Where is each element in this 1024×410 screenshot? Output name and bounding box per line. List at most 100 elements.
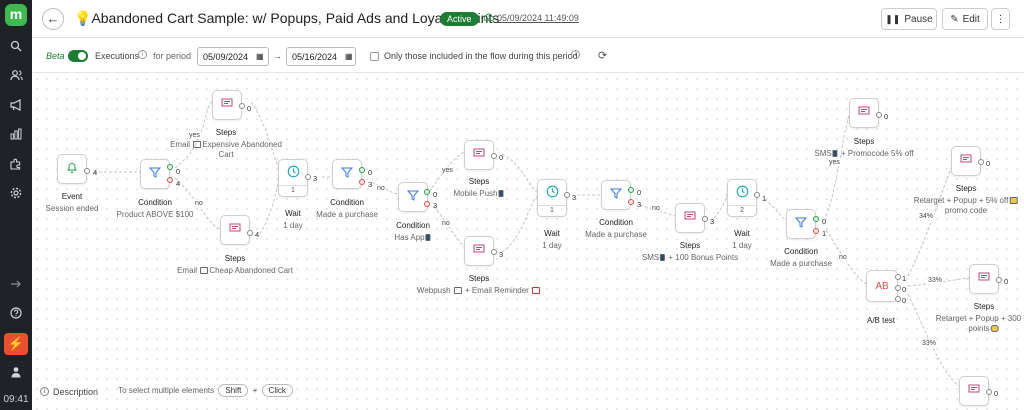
steps-output-port[interactable] [491,249,497,255]
status-clock: 09:41 [3,394,29,405]
help-icon[interactable] [6,303,26,323]
range-arrow: → [273,51,282,61]
condition-yes-port[interactable] [167,164,173,170]
wait-output-port[interactable] [754,192,760,198]
steps-node[interactable] [969,264,999,294]
condition-yes-port[interactable] [628,187,634,193]
puzzle-icon[interactable] [6,154,26,174]
condition-no-port[interactable] [424,201,430,207]
steps-label: Steps Webpush + Email Reminder [417,274,541,295]
steps-node[interactable] [959,376,989,406]
analytics-icon[interactable] [6,124,26,144]
condition-label: Condition Made a purchase [316,198,378,219]
wait-node[interactable]: 1 [537,179,567,217]
info-icon[interactable]: i [571,50,580,59]
steps-label: Steps SMS + 100 Bonus Points [641,241,739,262]
phone-icon [498,190,504,198]
users-icon[interactable] [6,65,26,85]
flash-icon[interactable]: ⚡ [4,333,28,355]
refresh-icon[interactable]: ⟳ [598,49,607,62]
ab-output-port[interactable] [895,274,901,280]
condition-node[interactable] [332,159,362,189]
steps-node[interactable] [464,140,494,170]
info-icon: i [40,387,49,396]
settings-icon[interactable] [6,183,26,203]
edge-label-percent: 33% [921,340,938,347]
wait-count: 1 [762,194,767,203]
saved-timestamp[interactable]: 05/09/2024 11:49:09 [483,13,579,23]
condition-no-port[interactable] [628,199,634,205]
condition-node[interactable] [398,182,428,212]
event-node[interactable] [57,154,87,184]
ticket-icon [1009,197,1018,205]
money-bag-icon [990,325,999,333]
steps-node[interactable] [464,236,494,266]
condition-yes-count: 0 [822,217,827,226]
edge-label-no: no [838,254,848,261]
steps-node[interactable] [220,215,250,245]
cloud-check-icon [483,13,495,23]
condition-node[interactable] [601,180,631,210]
condition-yes-port[interactable] [424,189,430,195]
beta-label: Beta [46,51,65,61]
event-output-port[interactable] [84,168,90,174]
expand-sidebar-icon[interactable] [6,274,26,294]
more-menu-button[interactable]: ⋮ [991,8,1010,30]
search-icon[interactable] [6,36,26,56]
envelope-icon [200,267,209,275]
wait-node[interactable]: 2 [727,179,757,217]
steps-output-port[interactable] [996,277,1002,283]
steps-node[interactable] [212,90,242,120]
clock-icon [287,165,300,183]
steps-label: Steps Retarget + Popup + 300 bo points [935,302,1024,333]
phone-icon [425,234,431,242]
edit-button[interactable]: ✎ Edit [942,8,988,30]
executions-toggle[interactable] [68,50,88,62]
description-button[interactable]: i Description [40,387,98,397]
condition-no-port[interactable] [813,228,819,234]
condition-node[interactable] [140,159,170,189]
condition-node[interactable] [786,209,816,239]
lightbulb-icon: 💡 [74,10,92,26]
condition-yes-count: 0 [368,168,373,177]
condition-no-port[interactable] [167,177,173,183]
date-to-input[interactable]: 05/16/2024 ▦ [286,47,356,66]
page-title: 💡Abandoned Cart Sample: w/ Popups, Paid … [74,10,500,26]
steps-output-port[interactable] [239,103,245,109]
megaphone-icon[interactable] [6,95,26,115]
wait-count: 3 [572,193,577,202]
steps-output-port[interactable] [978,159,984,165]
edge-label-percent: 33% [927,277,944,284]
wait-output-port[interactable] [564,192,570,198]
pause-button[interactable]: ❚❚ Pause [881,8,937,30]
steps-output-port[interactable] [491,153,497,159]
condition-yes-port[interactable] [813,216,819,222]
ab-output-port[interactable] [895,296,901,302]
condition-no-count: 3 [433,201,438,210]
back-button[interactable]: ← [42,8,64,30]
date-from-input[interactable]: 05/09/2024 ▦ [197,47,269,66]
steps-output-port[interactable] [247,230,253,236]
steps-node[interactable] [675,203,705,233]
ab-output-port[interactable] [895,285,901,291]
steps-output-port[interactable] [702,216,708,222]
only-included-checkbox[interactable] [370,52,379,61]
condition-no-port[interactable] [359,179,365,185]
steps-node[interactable] [849,98,879,128]
account-icon[interactable] [6,362,26,382]
filter-icon [340,165,354,183]
wait-output-port[interactable] [305,174,311,180]
condition-yes-port[interactable] [359,167,365,173]
flow-canvas[interactable]: 4 Event Session ended 0 4 Condition Produc… [32,74,1024,410]
steps-count: 4 [255,230,260,239]
wait-node[interactable]: 1 [278,159,308,197]
steps-count: 0 [499,153,504,162]
info-icon[interactable]: i [138,50,147,59]
steps-label: Steps Mobile Push [453,177,504,198]
app-logo[interactable]: m [5,4,27,26]
steps-output-port[interactable] [986,389,992,395]
clock-icon [546,185,559,203]
steps-node[interactable] [951,146,981,176]
ab-test-node[interactable]: AB [866,270,898,302]
steps-output-port[interactable] [876,112,882,118]
